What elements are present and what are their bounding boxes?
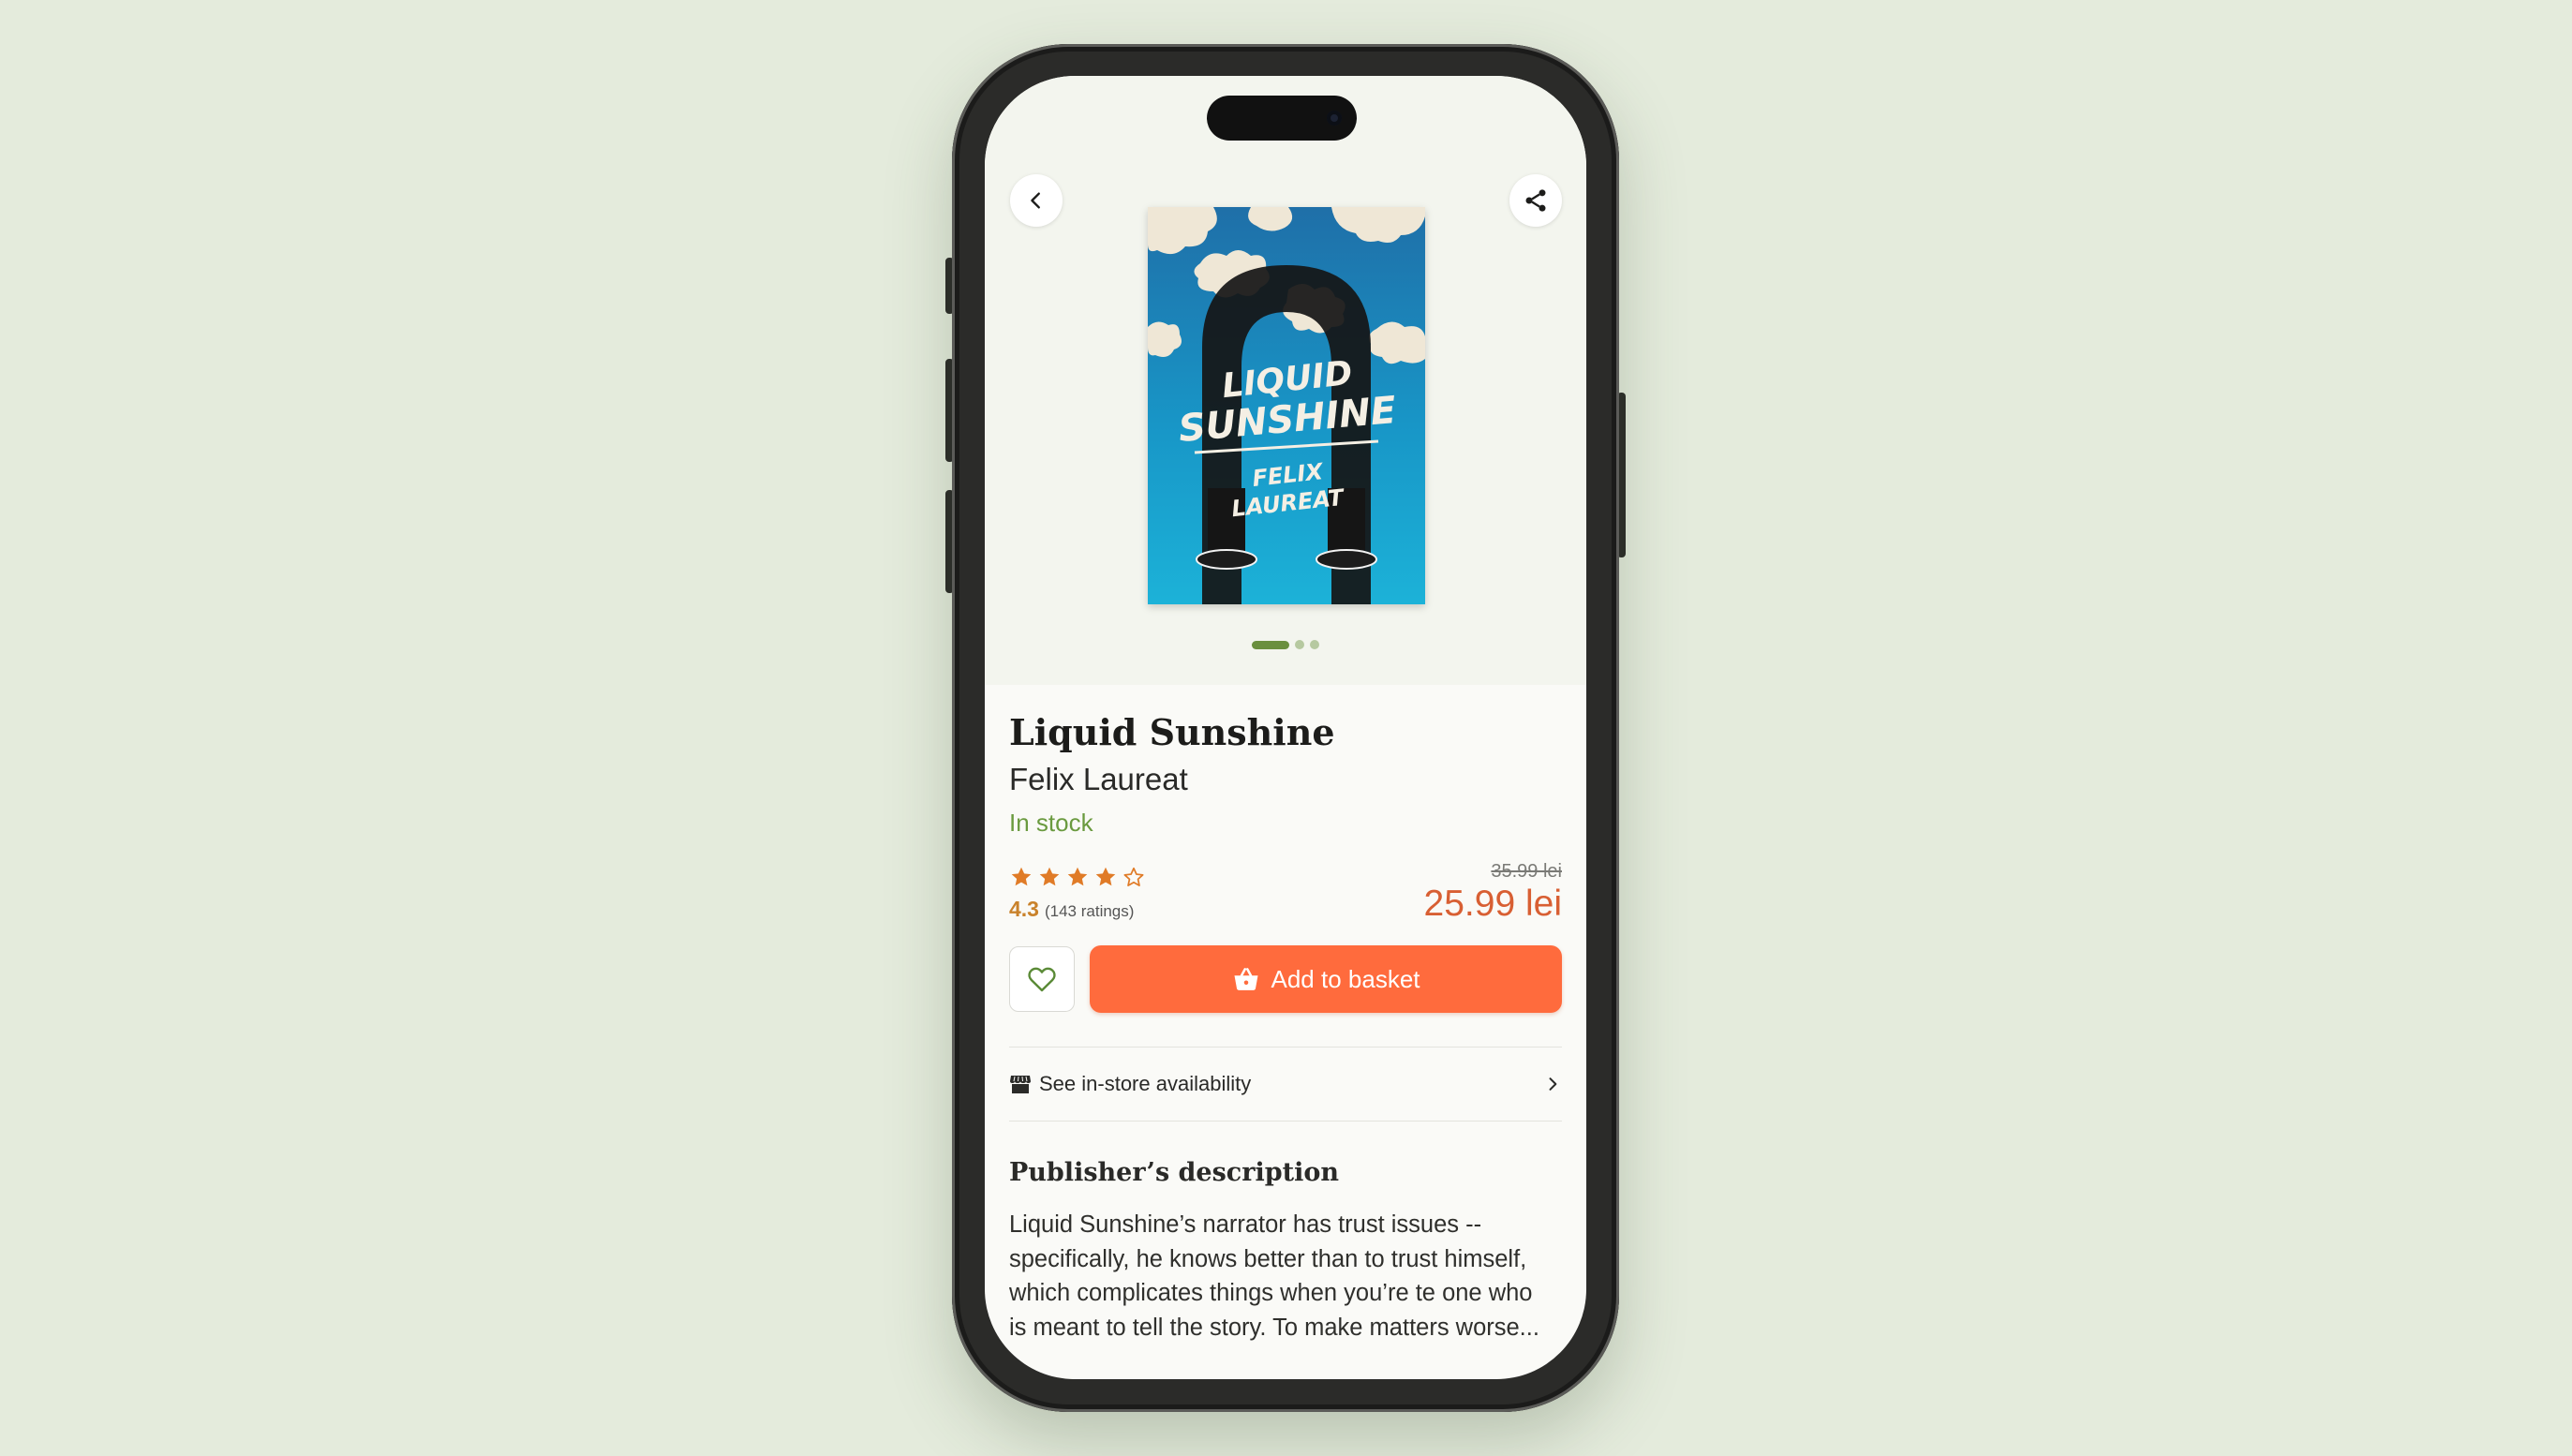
publisher-description-heading: Publisher’s description [1009,1158,1339,1187]
description-line: is meant to tell the story. To make matt… [1009,1314,1539,1341]
pagination-dot[interactable] [1310,640,1319,649]
basket-icon [1234,968,1257,990]
product-gallery: LIQUID SUNSHINE FELIX LAUREAT [985,76,1586,685]
ratings-count: (143 ratings) [1044,902,1135,920]
share-icon [1525,189,1546,212]
pagination-dot-active[interactable] [1252,640,1289,649]
book-cover-image[interactable]: LIQUID SUNSHINE FELIX LAUREAT [1148,207,1425,604]
wishlist-button[interactable] [1009,946,1075,1012]
in-store-availability-row[interactable]: See in-store availability [1009,1047,1562,1122]
description-line: which complicates things when you’re te … [1009,1280,1533,1306]
stock-status: In stock [1009,809,1093,837]
share-button[interactable] [1509,174,1562,227]
in-store-availability-label: See in-store availability [1039,1072,1252,1095]
star-filled-icon [1039,867,1060,886]
chevron-right-icon [1549,1077,1557,1091]
star-filled-icon [1095,867,1116,886]
pagination-dot[interactable] [1295,640,1304,649]
add-to-basket-button[interactable]: Add to basket [1090,945,1562,1013]
camera-icon [1327,111,1342,126]
book-title: Liquid Sunshine [1009,711,1335,753]
description-line: specifically, he knows better than to tr… [1009,1245,1527,1272]
star-empty-icon [1123,867,1144,886]
add-to-basket-label: Add to basket [1271,964,1420,993]
description-line: Liquid Sunshine’s narrator has trust iss… [1009,1211,1482,1238]
publisher-description-text: Liquid Sunshine’s narrator has trust iss… [1009,1208,1571,1345]
heart-icon [1028,967,1056,992]
gallery-pagination [1252,640,1319,649]
dynamic-island [1207,96,1357,141]
star-rating [1009,865,1146,889]
phone-screen: LIQUID SUNSHINE FELIX LAUREAT Liquid Sun… [985,76,1586,1379]
chevron-left-icon [1031,192,1040,209]
original-price: 35.99 lei [1491,861,1562,882]
store-icon [1010,1076,1031,1093]
current-price: 25.99 lei [1423,884,1562,924]
phone-frame: LIQUID SUNSHINE FELIX LAUREAT Liquid Sun… [952,44,1619,1412]
star-filled-icon [1067,867,1088,886]
book-author[interactable]: Felix Laureat [1009,762,1188,797]
star-filled-icon [1011,867,1032,886]
rating-value: 4.3 [1009,897,1039,921]
back-button[interactable] [1010,174,1063,227]
rating-summary[interactable]: 4.3 (143 ratings) [1009,897,1134,922]
